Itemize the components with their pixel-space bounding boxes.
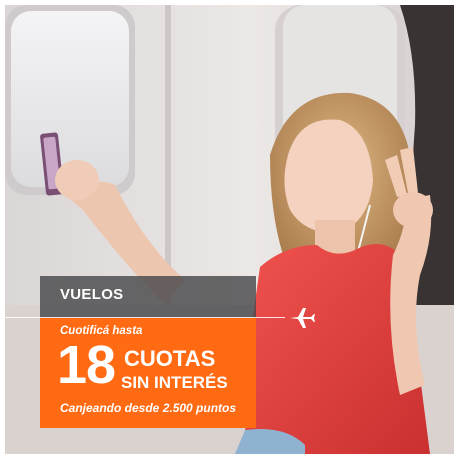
promo-headline-line2: SIN INTERÉS [121,373,228,392]
promo-headline-line1: CUOTAS [124,346,216,371]
ad-banner[interactable]: VUELOS Cuotificá hasta 18 CUOTAS SIN INT… [0,0,459,459]
category-label[interactable]: VUELOS [60,286,123,303]
airplane-icon [290,308,315,328]
promo-footer: Canjeando desde 2.500 puntos [60,401,237,415]
promo-installments-number: 18 [57,335,116,395]
